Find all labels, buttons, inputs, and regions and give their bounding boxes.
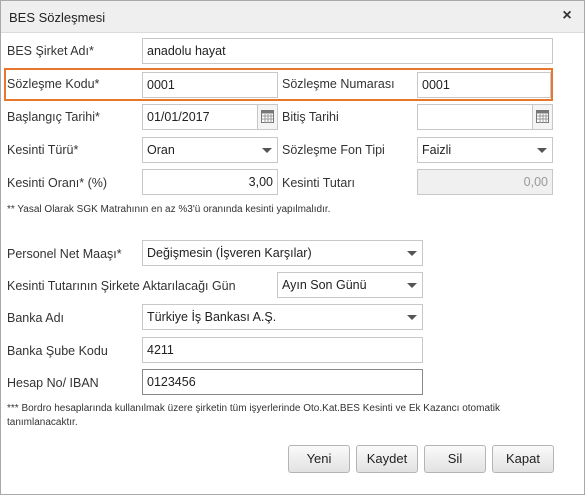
deduction-type-label: Kesinti Türü* — [7, 143, 79, 157]
net-salary-select[interactable]: Değişmesin (İşveren Karşılar) — [142, 240, 423, 266]
chevron-down-icon — [537, 148, 547, 153]
chevron-down-icon — [407, 251, 417, 256]
deduction-type-value: Oran — [147, 143, 175, 157]
save-button[interactable]: Kaydet — [356, 445, 418, 473]
company-label: BES Şirket Adı* — [7, 44, 94, 58]
deduction-amount-input: 0,00 — [417, 169, 553, 195]
title-bar: BES Sözleşmesi × — [1, 1, 584, 33]
contract-code-label: Sözleşme Kodu* — [7, 77, 100, 91]
sgk-note: ** Yasal Olarak SGK Matrahının en az %3'… — [7, 204, 331, 215]
net-salary-value: Değişmesin (İşveren Karşılar) — [147, 246, 312, 260]
transfer-day-label: Kesinti Tutarının Şirkete Aktarılacağı G… — [7, 279, 236, 293]
contract-number-input[interactable]: 0001 — [417, 72, 551, 98]
fund-type-label: Sözleşme Fon Tipi — [282, 143, 385, 157]
close-icon[interactable]: × — [558, 7, 576, 25]
branch-label: Banka Şube Kodu — [7, 344, 108, 358]
dialog-title: BES Sözleşmesi — [9, 10, 106, 25]
bordro-note-line1: *** Bordro hesaplarında kullanılmak üzer… — [7, 403, 501, 414]
contract-number-label: Sözleşme Numarası — [282, 77, 395, 91]
company-input[interactable]: anadolu hayat — [142, 38, 553, 64]
deduction-type-select[interactable]: Oran — [142, 137, 278, 163]
bank-label: Banka Adı — [7, 311, 64, 325]
calendar-icon[interactable] — [257, 105, 277, 129]
close-button[interactable]: Kapat — [492, 445, 554, 473]
new-button[interactable]: Yeni — [288, 445, 350, 473]
calendar-icon[interactable] — [532, 105, 552, 129]
bes-contract-dialog: BES Sözleşmesi × BES Şirket Adı* anadolu… — [0, 0, 585, 495]
end-date-input[interactable] — [417, 104, 553, 130]
start-date-input[interactable]: 01/01/2017 — [142, 104, 278, 130]
chevron-down-icon — [407, 283, 417, 288]
bordro-note-line2: tanımlanacaktır. — [7, 417, 78, 428]
iban-input[interactable]: 0123456 — [142, 369, 423, 395]
start-date-value: 01/01/2017 — [147, 110, 210, 124]
fund-type-value: Faizli — [422, 143, 452, 157]
deduction-rate-label: Kesinti Oranı* (%) — [7, 176, 108, 190]
chevron-down-icon — [262, 148, 272, 153]
branch-input[interactable]: 4211 — [142, 337, 423, 363]
net-salary-label: Personel Net Maaşı* — [7, 247, 122, 261]
deduction-amount-label: Kesinti Tutarı — [282, 176, 355, 190]
bank-select[interactable]: Türkiye İş Bankası A.Ş. — [142, 304, 423, 330]
end-date-label: Bitiş Tarihi — [282, 110, 339, 124]
chevron-down-icon — [407, 315, 417, 320]
transfer-day-value: Ayın Son Günü — [282, 278, 367, 292]
start-date-label: Başlangıç Tarihi* — [7, 110, 100, 124]
fund-type-select[interactable]: Faizli — [417, 137, 553, 163]
bank-value: Türkiye İş Bankası A.Ş. — [147, 310, 277, 324]
transfer-day-select[interactable]: Ayın Son Günü — [277, 272, 423, 298]
delete-button[interactable]: Sil — [424, 445, 486, 473]
iban-label: Hesap No/ IBAN — [7, 376, 99, 390]
deduction-rate-input[interactable]: 3,00 — [142, 169, 278, 195]
contract-code-input[interactable]: 0001 — [142, 72, 278, 98]
